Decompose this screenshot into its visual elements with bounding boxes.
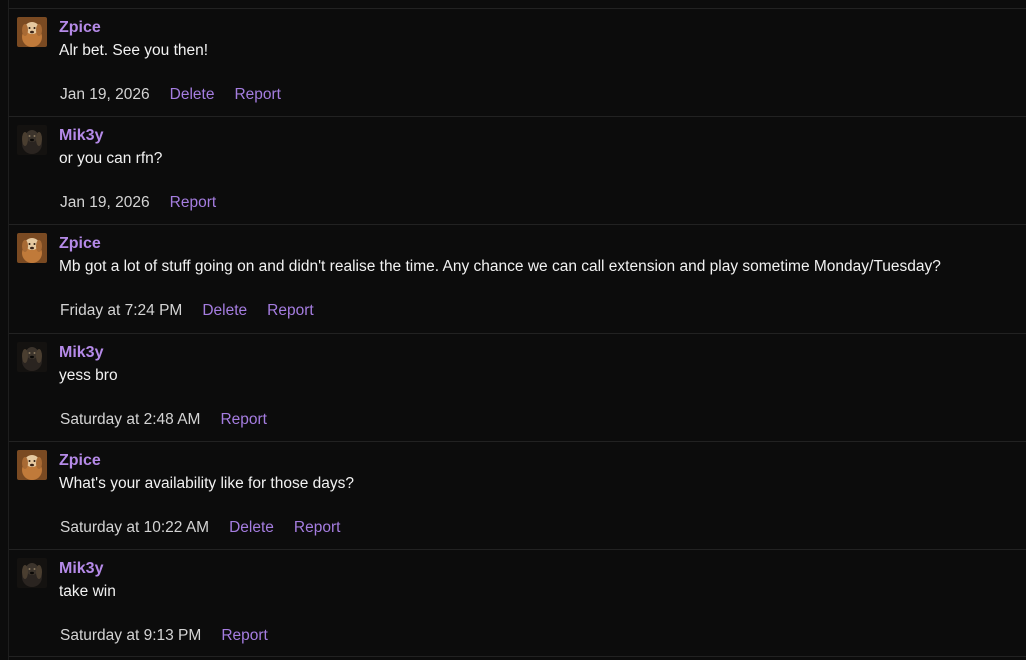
report-link[interactable]: Report	[294, 519, 341, 537]
author-name[interactable]: Mik3y	[59, 127, 103, 145]
message-item: Mik3y take win Saturday at 9:13 PM Repor…	[9, 549, 1026, 657]
message-item: Zpice Alr bet. See you then! Jan 19, 202…	[9, 8, 1026, 116]
timestamp: Saturday at 9:13 PM	[60, 627, 202, 644]
delete-link[interactable]: Delete	[229, 519, 274, 537]
message-text: Mb got a lot of stuff going on and didn'…	[59, 258, 941, 275]
report-link[interactable]: Report	[220, 411, 267, 429]
message-thread: Zpice Alr bet. See you then! Jan 19, 202…	[0, 0, 1026, 660]
message-text: What's your availability like for those …	[59, 475, 355, 492]
author-name[interactable]: Zpice	[59, 235, 101, 253]
message-meta: Saturday at 10:22 AM Delete Report	[60, 518, 360, 538]
delete-link[interactable]: Delete	[202, 302, 247, 320]
message-item: Zpice Mb got a lot of stuff going on and…	[9, 224, 1026, 332]
dog-avatar-icon[interactable]	[17, 17, 47, 47]
message-text: take win	[59, 583, 116, 600]
report-link[interactable]: Report	[267, 302, 314, 320]
delete-link[interactable]: Delete	[170, 86, 215, 104]
timestamp: Saturday at 10:22 AM	[60, 519, 210, 536]
timestamp: Saturday at 2:48 AM	[60, 411, 201, 428]
report-link[interactable]: Report	[221, 627, 268, 645]
message-item: Mik3y or you can rfn? Jan 19, 2026 Repor…	[9, 116, 1026, 224]
dark-dog-avatar-icon[interactable]	[17, 125, 47, 155]
dark-dog-avatar-icon[interactable]	[17, 342, 47, 372]
message-text: yess bro	[59, 367, 118, 384]
report-link[interactable]: Report	[170, 194, 217, 212]
message-text: Alr bet. See you then!	[59, 42, 209, 59]
message-text: or you can rfn?	[59, 150, 163, 167]
author-name[interactable]: Mik3y	[59, 344, 103, 362]
message-meta: Jan 19, 2026 Delete Report	[60, 85, 301, 105]
message-meta: Jan 19, 2026 Report	[60, 193, 236, 213]
message-meta: Friday at 7:24 PM Delete Report	[60, 301, 334, 321]
timestamp: Friday at 7:24 PM	[60, 302, 183, 319]
message-meta: Saturday at 2:48 AM Report	[60, 410, 287, 430]
report-link[interactable]: Report	[234, 86, 281, 104]
timestamp: Jan 19, 2026	[60, 194, 150, 211]
author-name[interactable]: Mik3y	[59, 560, 103, 578]
dog-avatar-icon[interactable]	[17, 233, 47, 263]
message-item: Mik3y yess bro Saturday at 2:48 AM Repor…	[9, 333, 1026, 441]
timestamp: Jan 19, 2026	[60, 86, 150, 103]
message-item: Zpice What's your availability like for …	[9, 441, 1026, 549]
author-name[interactable]: Zpice	[59, 452, 101, 470]
dog-avatar-icon[interactable]	[17, 450, 47, 480]
dark-dog-avatar-icon[interactable]	[17, 558, 47, 588]
message-meta: Saturday at 9:13 PM Report	[60, 626, 288, 646]
author-name[interactable]: Zpice	[59, 19, 101, 37]
